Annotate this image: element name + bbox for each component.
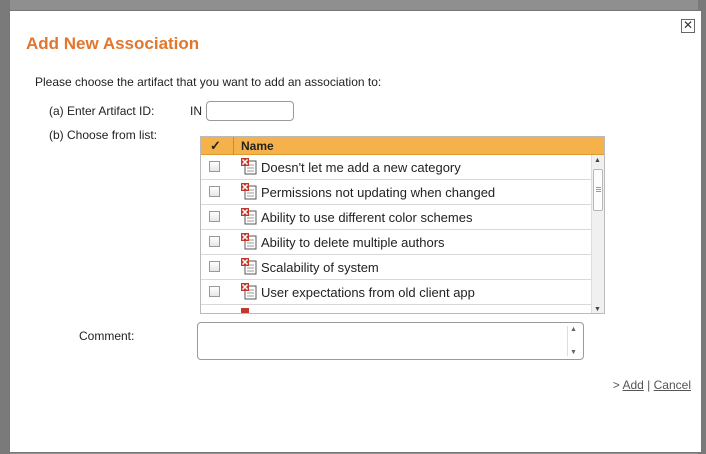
dialog-title: Add New Association [26, 34, 200, 53]
scroll-down-arrow-icon[interactable]: ▼ [594, 306, 601, 313]
scroll-thumb[interactable] [593, 169, 603, 211]
incident-icon [241, 258, 257, 275]
item-label: Permissions not updating when changed [261, 185, 496, 200]
close-icon[interactable]: ✕ [681, 19, 695, 33]
select-all-checkmark-icon[interactable]: ✓ [210, 137, 221, 155]
item-checkbox[interactable] [209, 261, 220, 272]
comment-textarea[interactable]: ▲ ▼ [197, 322, 584, 360]
list-item[interactable]: Ability to use different color schemes [201, 205, 591, 230]
list-item[interactable]: Scalability of system [201, 255, 591, 280]
dialog-actions: > Add | Cancel [613, 378, 691, 392]
list-item[interactable]: Ability to delete multiple authors [201, 230, 591, 255]
incident-icon [241, 158, 257, 175]
name-column-header[interactable]: Name [241, 137, 274, 155]
instruction-text: Please choose the artifact that you want… [35, 75, 382, 89]
item-label: Ability to delete multiple authors [261, 235, 445, 250]
comment-scrollbar[interactable]: ▲ ▼ [567, 326, 580, 356]
list-body: Doesn't let me add a new category Permis… [201, 155, 591, 313]
item-label: Scalability of system [261, 260, 379, 275]
item-label: User expectations from old client app [261, 285, 475, 300]
list-header: ✓ Name [201, 137, 604, 155]
artifact-list: ✓ Name Doesn't let me add a new category [200, 136, 605, 314]
scroll-up-arrow-icon[interactable]: ▲ [570, 326, 577, 333]
list-item[interactable]: Permissions not updating when changed [201, 180, 591, 205]
list-scrollbar[interactable]: ▲ ▼ [591, 155, 604, 313]
item-checkbox[interactable] [209, 286, 220, 297]
scroll-down-arrow-icon[interactable]: ▼ [570, 349, 577, 356]
list-item-partial [201, 305, 591, 313]
incident-icon [241, 208, 257, 225]
item-checkbox[interactable] [209, 186, 220, 197]
add-association-dialog: ✕ Add New Association Please choose the … [9, 10, 702, 453]
item-label: Doesn't let me add a new category [261, 160, 461, 175]
cancel-link[interactable]: Cancel [654, 378, 691, 392]
item-label: Ability to use different color schemes [261, 210, 473, 225]
scroll-up-arrow-icon[interactable]: ▲ [594, 157, 601, 164]
incident-icon [241, 283, 257, 300]
actions-separator: | [647, 378, 651, 392]
artifact-id-input[interactable] [206, 101, 294, 121]
item-checkbox[interactable] [209, 211, 220, 222]
list-item[interactable]: User expectations from old client app [201, 280, 591, 305]
incident-icon [241, 233, 257, 250]
list-item[interactable]: Doesn't let me add a new category [201, 155, 591, 180]
item-checkbox[interactable] [209, 161, 220, 172]
incident-icon [241, 183, 257, 200]
header-divider [233, 137, 234, 155]
comment-label: Comment: [79, 329, 135, 343]
artifact-prefix: IN [190, 104, 202, 118]
actions-prefix: > [612, 378, 620, 392]
add-link[interactable]: Add [622, 378, 643, 392]
option-a-label: (a) Enter Artifact ID: [49, 104, 155, 118]
incident-icon [241, 308, 249, 313]
item-checkbox[interactable] [209, 236, 220, 247]
option-b-label: (b) Choose from list: [49, 128, 158, 142]
